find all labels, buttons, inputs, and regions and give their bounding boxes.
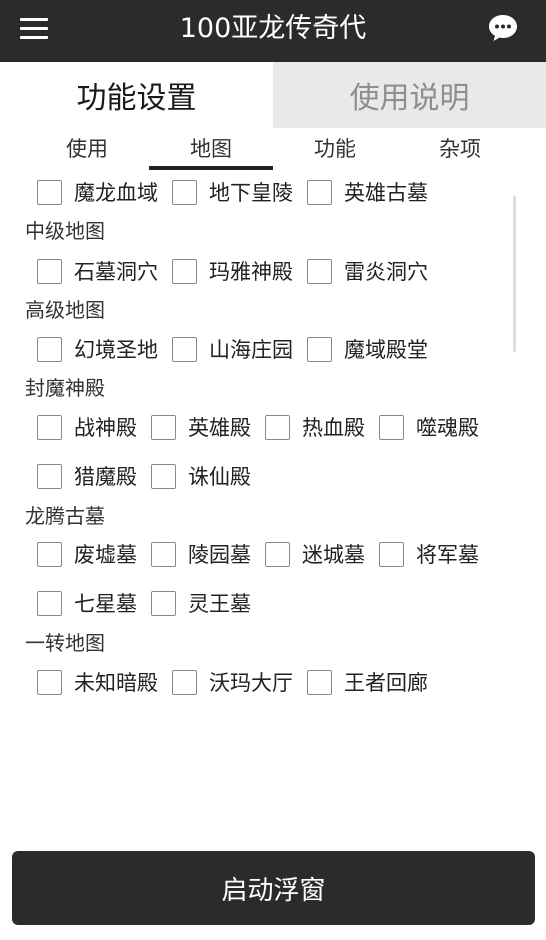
checkbox[interactable] <box>172 336 197 362</box>
checkbox[interactable] <box>172 669 197 695</box>
checkbox[interactable] <box>307 669 332 695</box>
checkbox[interactable] <box>37 336 62 362</box>
option-label: 幻境圣地 <box>74 338 158 362</box>
checkbox[interactable] <box>37 541 62 567</box>
map-option[interactable]: 玛雅神殿 <box>172 256 293 286</box>
subtab-function[interactable]: 功能 <box>273 134 397 164</box>
option-label: 未知暗殿 <box>74 671 158 695</box>
section-title-high: 高级地图 <box>25 298 105 322</box>
map-option[interactable]: 幻境圣地 <box>37 334 158 364</box>
checkbox[interactable] <box>37 669 62 695</box>
checkbox[interactable] <box>151 414 176 440</box>
chat-bubble-icon[interactable] <box>487 12 519 44</box>
map-option[interactable]: 英雄殿 <box>151 412 251 442</box>
map-option[interactable]: 山海庄园 <box>172 334 293 364</box>
section-title-tomb: 龙腾古墓 <box>25 504 105 528</box>
subtab-map[interactable]: 地图 <box>149 134 273 164</box>
map-option[interactable]: 将军墓 <box>379 539 479 569</box>
map-option[interactable]: 七星墓 <box>37 588 137 618</box>
option-label: 猎魔殿 <box>74 465 137 489</box>
map-option[interactable]: 迷城墓 <box>265 539 365 569</box>
map-option[interactable]: 灵王墓 <box>151 588 251 618</box>
tab-function-settings[interactable]: 功能设置 <box>0 62 273 128</box>
map-option[interactable]: 噬魂殿 <box>379 412 479 442</box>
option-label: 陵园墓 <box>188 543 251 567</box>
subtab-use[interactable]: 使用 <box>25 134 149 164</box>
map-option[interactable]: 废墟墓 <box>37 539 137 569</box>
option-label: 将军墓 <box>416 543 479 567</box>
option-label: 战神殿 <box>74 416 137 440</box>
checkbox[interactable] <box>307 258 332 284</box>
checkbox[interactable] <box>307 336 332 362</box>
option-label: 英雄古墓 <box>344 181 428 205</box>
map-option[interactable]: 热血殿 <box>265 412 365 442</box>
option-label: 沃玛大厅 <box>209 671 293 695</box>
map-option[interactable]: 王者回廊 <box>307 667 428 697</box>
checkbox[interactable] <box>151 590 176 616</box>
checkbox[interactable] <box>379 541 404 567</box>
checkbox[interactable] <box>37 414 62 440</box>
section-title-mid: 中级地图 <box>25 219 105 243</box>
subtab-active-indicator <box>149 166 273 170</box>
option-label: 诛仙殿 <box>188 465 251 489</box>
subtab-misc[interactable]: 杂项 <box>398 134 522 164</box>
map-option[interactable]: 沃玛大厅 <box>172 667 293 697</box>
option-label: 地下皇陵 <box>209 181 293 205</box>
map-option[interactable]: 魔龙血域 <box>37 177 158 207</box>
checkbox[interactable] <box>151 463 176 489</box>
option-label: 山海庄园 <box>209 338 293 362</box>
checkbox[interactable] <box>37 590 62 616</box>
map-option[interactable]: 英雄古墓 <box>307 177 428 207</box>
map-option[interactable]: 雷炎洞穴 <box>307 256 428 286</box>
top-app-bar: 100亚龙传奇代 <box>0 0 546 62</box>
option-label: 石墓洞穴 <box>74 260 158 284</box>
checkbox[interactable] <box>379 414 404 440</box>
option-label: 废墟墓 <box>74 543 137 567</box>
start-floating-window-button[interactable]: 启动浮窗 <box>12 851 535 925</box>
map-option[interactable]: 猎魔殿 <box>37 461 137 491</box>
checkbox[interactable] <box>265 414 290 440</box>
option-label: 魔龙血域 <box>74 181 158 205</box>
sub-tab-bar: 使用 地图 功能 杂项 <box>0 128 546 172</box>
tab-instructions[interactable]: 使用说明 <box>273 62 546 128</box>
checkbox[interactable] <box>265 541 290 567</box>
map-option[interactable]: 陵园墓 <box>151 539 251 569</box>
scrollbar[interactable] <box>513 196 516 352</box>
map-option[interactable]: 未知暗殿 <box>37 667 158 697</box>
section-title-temple: 封魔神殿 <box>25 376 105 400</box>
checkbox[interactable] <box>151 541 176 567</box>
checkbox[interactable] <box>172 179 197 205</box>
option-label: 迷城墓 <box>302 543 365 567</box>
map-option[interactable]: 地下皇陵 <box>172 177 293 207</box>
option-label: 热血殿 <box>302 416 365 440</box>
map-option[interactable]: 战神殿 <box>37 412 137 442</box>
checkbox[interactable] <box>307 179 332 205</box>
option-label: 英雄殿 <box>188 416 251 440</box>
map-option[interactable]: 石墓洞穴 <box>37 256 158 286</box>
option-label: 王者回廊 <box>344 671 428 695</box>
checkbox[interactable] <box>172 258 197 284</box>
map-option[interactable]: 魔域殿堂 <box>307 334 428 364</box>
option-label: 灵王墓 <box>188 592 251 616</box>
option-label: 玛雅神殿 <box>209 260 293 284</box>
main-tab-bar: 功能设置 使用说明 <box>0 62 546 128</box>
checkbox[interactable] <box>37 179 62 205</box>
option-label: 魔域殿堂 <box>344 338 428 362</box>
app-title: 100亚龙传奇代 <box>179 13 367 44</box>
checkbox[interactable] <box>37 258 62 284</box>
section-title-first-rebirth: 一转地图 <box>25 631 105 655</box>
option-label: 噬魂殿 <box>416 416 479 440</box>
checkbox[interactable] <box>37 463 62 489</box>
option-label: 七星墓 <box>74 592 137 616</box>
map-option[interactable]: 诛仙殿 <box>151 461 251 491</box>
option-label: 雷炎洞穴 <box>344 260 428 284</box>
